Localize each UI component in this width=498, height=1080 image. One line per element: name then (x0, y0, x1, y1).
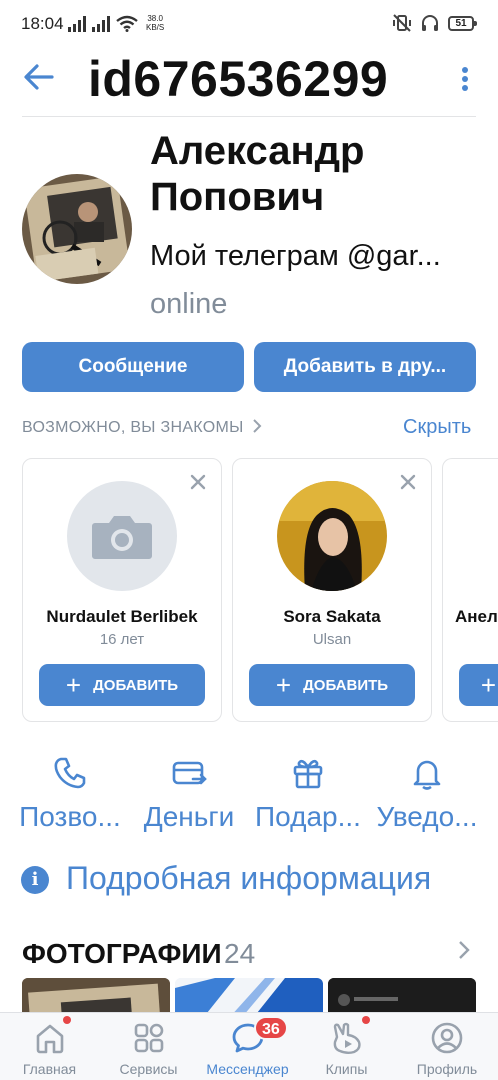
headphones-icon (422, 15, 438, 31)
tab-services[interactable]: Сервисы (99, 1013, 198, 1080)
tab-profile[interactable]: Профиль (396, 1013, 498, 1080)
suggestion-subtitle: Ulsan (312, 631, 352, 648)
money-action[interactable]: Деньги (133, 755, 245, 835)
status-left-icons: 38.0 KB/S (68, 14, 164, 32)
add-suggestion-button[interactable]: + ДОБАВИТЬ (39, 664, 205, 706)
home-icon (36, 1024, 63, 1054)
gift-icon (293, 759, 323, 789)
suggestion-card[interactable]: Анелъ + (442, 458, 498, 722)
status-time: 18:04 (21, 14, 64, 33)
bell-icon (413, 760, 441, 790)
close-icon[interactable] (189, 473, 207, 491)
plus-icon: + (65, 670, 82, 700)
home-notification-dot (63, 1016, 71, 1024)
suggestion-card[interactable]: Nurdaulet Berlibek 16 лет + ДОБАВИТЬ (22, 458, 222, 722)
profile-icon (431, 1022, 463, 1054)
status-right-icons: 51 (392, 13, 477, 33)
placeholder-avatar (67, 481, 177, 591)
more-vertical-icon[interactable] (458, 66, 472, 92)
photos-title[interactable]: ФОТОГРАФИИ (22, 938, 222, 970)
add-friend-button[interactable]: Добавить в дру... (254, 342, 476, 392)
add-suggestion-button[interactable]: + (459, 664, 498, 706)
suggestion-card[interactable]: Sora Sakata Ulsan + ДОБАВИТЬ (232, 458, 432, 722)
suggestion-name: Sora Sakata (283, 607, 381, 626)
close-icon[interactable] (399, 473, 417, 491)
battery-icon: 51 (448, 15, 477, 31)
hide-suggestions-button[interactable]: Скрыть (403, 416, 471, 439)
clips-notification-dot (362, 1016, 370, 1024)
plus-icon: + (480, 670, 497, 700)
messenger-badge: 36 (254, 1016, 288, 1040)
suggestions-title[interactable]: ВОЗМОЖНО, ВЫ ЗНАКОМЫ (22, 419, 262, 437)
phone-icon (54, 757, 86, 789)
arrow-left-icon[interactable] (22, 60, 56, 94)
suggestion-avatar (277, 481, 387, 591)
net-speed: 38.0 KB/S (146, 14, 165, 32)
chevron-right-icon (253, 419, 262, 433)
details-link[interactable]: Подробная информация (66, 860, 431, 897)
call-action[interactable]: Позво... (14, 755, 126, 835)
suggestion-name: Анелъ (455, 607, 498, 626)
add-suggestion-button[interactable]: + ДОБАВИТЬ (249, 664, 415, 706)
camera-icon (92, 516, 152, 559)
message-button[interactable]: Сообщение (22, 342, 244, 392)
tab-home[interactable]: Главная (0, 1013, 99, 1080)
header-divider (22, 116, 476, 117)
signal-icon-2 (92, 16, 110, 32)
plus-icon: + (275, 670, 292, 700)
services-grid-icon (134, 1023, 163, 1053)
info-icon: i (21, 866, 49, 894)
wifi-icon (116, 15, 138, 32)
bottom-tab-bar: Главная Сервисы Мессенджер Клипы Профиль (0, 1012, 498, 1080)
online-status: online (150, 288, 228, 320)
tab-clips[interactable]: Клипы (297, 1013, 396, 1080)
page-title: id676536299 (88, 51, 389, 107)
clips-icon (333, 1022, 361, 1054)
vibrate-mute-icon (393, 14, 411, 32)
suggestion-subtitle: 16 лет (99, 631, 145, 648)
signal-icon (68, 16, 86, 32)
profile-status[interactable]: Мой телеграм @gar... (150, 240, 480, 273)
chevron-right-icon[interactable] (456, 940, 472, 960)
profile-name: Александр Попович (150, 129, 365, 219)
avatar[interactable] (22, 174, 132, 284)
money-card-icon (172, 761, 207, 785)
photos-count: 24 (224, 938, 256, 969)
notifications-action[interactable]: Уведо... (371, 755, 483, 835)
status-bar: 18:04 38.0 KB/S 51 (0, 0, 498, 50)
suggestion-name: Nurdaulet Berlibek (46, 607, 198, 626)
gift-action[interactable]: Подар... (252, 755, 364, 835)
